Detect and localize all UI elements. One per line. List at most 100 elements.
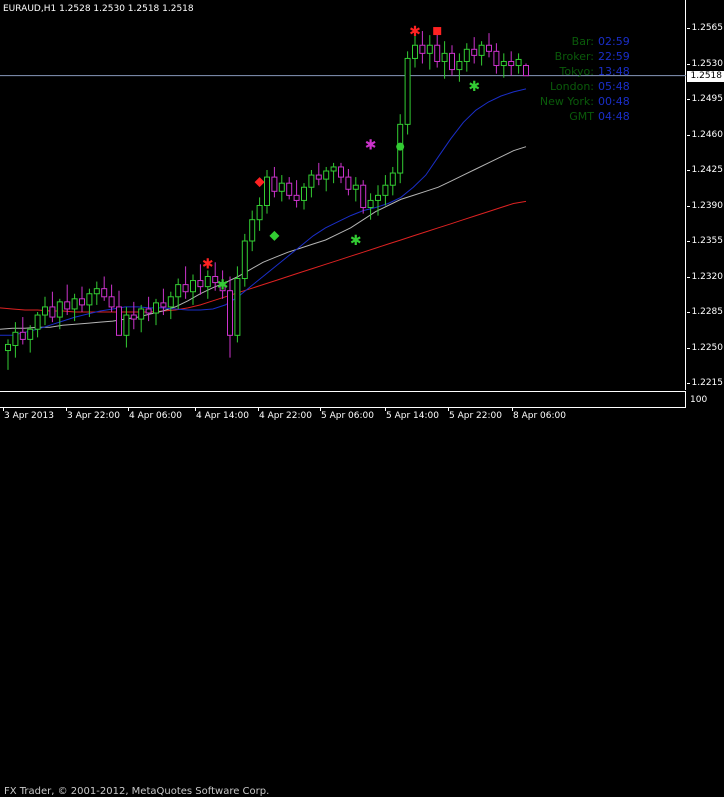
candle-body (71, 298, 78, 310)
session-row: Bar: 02:59 (530, 34, 642, 49)
candle-body (508, 60, 515, 67)
session-name: GMT (569, 110, 594, 123)
candle-body (234, 278, 241, 336)
session-name: Tokyo: (559, 65, 594, 78)
candle-body (42, 306, 48, 316)
session-row: London: 05:48 (530, 79, 642, 94)
candle-body (19, 331, 26, 340)
time-axis[interactable]: 3 Apr 2013 3 Apr 22:00 4 Apr 06:00 4 Apr 14… (0, 408, 686, 425)
candle-body (86, 293, 93, 306)
session-row: Tokyo: 13:48 (530, 64, 642, 79)
candle-body (175, 284, 182, 298)
candle-body (241, 240, 248, 280)
candle-body (138, 308, 145, 320)
signal-star-marker: ✱ (202, 256, 214, 272)
price-tick-mark (687, 99, 690, 100)
candle-body (190, 280, 196, 293)
price-tick-label: 1.2565 (691, 23, 724, 33)
session-name: New York: (539, 95, 594, 108)
session-row: New York: 00:48 (530, 94, 642, 109)
candle-body (79, 298, 85, 306)
candle-body (471, 48, 478, 56)
session-name: Broker: (554, 50, 594, 63)
candle-body (301, 186, 307, 201)
candle-body (412, 44, 418, 59)
price-tick-mark (687, 383, 690, 384)
candle-body (419, 44, 426, 54)
price-tick-mark (687, 276, 690, 278)
candle-body (286, 182, 293, 196)
chart-window[interactable]: ✱ ✱ ✱ ✱ ✱ ✱ EURAUD,H1 1.2528 1.2530 1.2518 1.… (0, 0, 724, 797)
signal-star-marker: ✱ (365, 138, 377, 154)
candle-body (49, 306, 56, 318)
candle-body (293, 194, 300, 201)
main-chart-pane[interactable]: ✱ ✱ ✱ ✱ ✱ ✱ EURAUD,H1 1.2528 1.2530 1.2518 1.… (0, 0, 686, 390)
session-row: GMT 04:48 (530, 109, 642, 124)
current-price-label: 1.2518 (687, 70, 724, 82)
price-tick-label: 1.2215 (691, 378, 724, 388)
candle-body (227, 290, 233, 336)
price-tick-label: 1.2425 (691, 165, 724, 175)
price-tick-mark (687, 63, 690, 65)
candle-body (264, 176, 270, 207)
session-time: 13:48 (598, 65, 630, 78)
candle-body (5, 343, 11, 352)
time-tick-label: 3 Apr 2013 (4, 411, 54, 421)
candle-body (330, 166, 337, 172)
price-tick-label: 1.2530 (691, 58, 724, 69)
price-tick-mark (687, 312, 690, 313)
ohlc-values: 1.2528 1.2530 1.2518 1.2518 (59, 4, 194, 14)
candle-body (352, 184, 359, 190)
signal-star-marker: ✱ (409, 24, 421, 40)
price-tick-mark (687, 347, 690, 349)
candle-body (323, 170, 330, 180)
signal-star-marker: ✱ (468, 79, 480, 95)
moving-average-slow-line (0, 200, 527, 313)
price-tick-label: 1.2320 (691, 271, 724, 282)
candle-body (116, 306, 122, 336)
session-time: 05:48 (598, 80, 630, 93)
candle-body (249, 219, 256, 242)
symbol-timeframe: EURAUD,H1 (3, 4, 57, 14)
price-tick-label: 1.2355 (691, 236, 724, 246)
signal-diamond-marker (269, 230, 280, 241)
candle-body (153, 302, 159, 314)
price-tick-mark (687, 205, 690, 207)
candle-body (271, 176, 278, 192)
session-time: 22:59 (598, 50, 630, 63)
time-tick-label: 4 Apr 22:00 (259, 411, 312, 421)
session-time: 04:48 (598, 110, 630, 123)
candle-body (123, 314, 130, 336)
candle-body (256, 205, 263, 221)
candle-body (389, 172, 396, 186)
signal-star-marker: ✱ (217, 278, 229, 294)
price-tick-label: 1.2390 (691, 200, 724, 211)
candle-body (404, 57, 411, 125)
candle-body (434, 44, 441, 62)
signal-square-marker (433, 27, 442, 36)
candle-body (367, 199, 374, 209)
price-scale[interactable]: 1.2518 100 1.2565 1.2530 1.2495 1.2460 1.242… (687, 0, 724, 408)
candle-body (56, 301, 63, 318)
candle-body (182, 284, 189, 293)
candle-body (34, 314, 41, 330)
price-tick-label: 1.2495 (691, 94, 724, 104)
time-tick-label: 5 Apr 22:00 (449, 411, 502, 421)
session-time: 00:48 (598, 95, 630, 108)
price-tick-label: 1.2250 (691, 342, 724, 353)
candle-body (278, 182, 285, 192)
candle-body (515, 58, 522, 67)
price-tick-mark (687, 28, 690, 29)
indicator-pane[interactable]: FX Trader, © 2001-2012, MetaQuotes Softw… (0, 391, 686, 797)
candle-body (486, 44, 492, 52)
time-tick-label: 4 Apr 06:00 (129, 411, 182, 421)
time-tick-label: 5 Apr 14:00 (386, 411, 439, 421)
candle-body (426, 44, 433, 54)
candle-body (360, 184, 367, 209)
candle-body (338, 166, 344, 178)
moving-average-fast-line (0, 88, 527, 336)
candle-body (449, 52, 455, 71)
candle-body (456, 60, 463, 71)
moving-average-mid-line (0, 146, 527, 330)
candle-body (308, 174, 315, 188)
